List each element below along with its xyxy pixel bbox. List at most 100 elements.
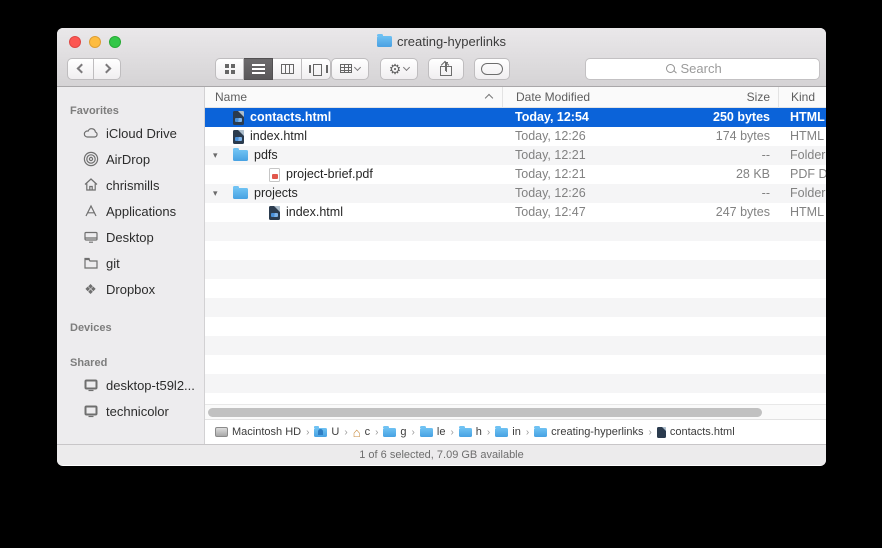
path-separator: › (375, 427, 378, 438)
column-header-size[interactable]: Size (685, 87, 778, 107)
file-row-index-html[interactable]: index.html Today, 12:26 174 bytes HTML (205, 127, 826, 146)
folder-icon (377, 36, 392, 47)
applications-icon (82, 203, 99, 220)
sidebar-item-applications[interactable]: Applications (57, 198, 204, 224)
sort-ascending-icon (485, 94, 493, 102)
column-header-name[interactable]: Name (205, 87, 502, 107)
sidebar-item-label: iCloud Drive (106, 126, 177, 141)
horizontal-scrollbar-thumb[interactable] (208, 408, 762, 417)
path-separator: › (344, 427, 347, 438)
path-item-users[interactable]: U (314, 426, 339, 438)
sidebar-item-technicolor[interactable]: technicolor (57, 398, 204, 424)
sidebar: Favorites iCloud Drive AirDrop chrismill… (57, 87, 205, 444)
group-by-button[interactable] (331, 58, 369, 80)
forward-button[interactable] (94, 58, 121, 80)
pdf-file-icon (269, 168, 280, 182)
horizontal-scrollbar[interactable] (205, 404, 826, 419)
sidebar-item-label: Dropbox (106, 282, 155, 297)
sidebar-item-dropbox[interactable]: ❖ Dropbox (57, 276, 204, 302)
folder-row-projects[interactable]: ▾ projects Today, 12:26 -- Folder (205, 184, 826, 203)
path-bar: Macintosh HD › U › ⌂c › g › le › h › in … (205, 419, 826, 444)
list-view-button[interactable] (244, 58, 273, 80)
sidebar-item-label: AirDrop (106, 152, 150, 167)
column-view-button[interactable] (273, 58, 302, 80)
search-input[interactable] (681, 61, 741, 76)
path-item-h[interactable]: h (459, 426, 482, 438)
hard-drive-icon (215, 427, 228, 437)
folder-icon (495, 428, 508, 437)
sidebar-item-desktop[interactable]: Desktop (57, 224, 204, 250)
search-icon (665, 63, 677, 75)
path-separator: › (487, 427, 490, 438)
sidebar-item-label: technicolor (106, 404, 169, 419)
tag-button[interactable] (474, 58, 510, 80)
action-menu-button[interactable]: ⚙ (380, 58, 418, 80)
back-button[interactable] (67, 58, 94, 80)
sidebar-item-label: Desktop (106, 230, 154, 245)
sidebar-item-airdrop[interactable]: AirDrop (57, 146, 204, 172)
column-header-kind[interactable]: Kind (778, 87, 826, 107)
path-separator: › (450, 427, 453, 438)
disclosure-triangle-icon[interactable]: ▾ (213, 184, 218, 203)
nav-buttons (67, 58, 121, 80)
dropbox-icon: ❖ (82, 281, 99, 298)
status-text: 1 of 6 selected, 7.09 GB available (359, 449, 524, 461)
coverflow-view-icon (309, 64, 324, 74)
path-item-contacts-html[interactable]: contacts.html (657, 426, 735, 438)
titlebar[interactable]: creating-hyperlinks (57, 28, 826, 54)
home-icon (82, 177, 99, 194)
folder-icon (459, 428, 472, 437)
folder-icon (233, 188, 248, 199)
file-row-index-html-nested[interactable]: index.html Today, 12:47 247 bytes HTML (205, 203, 826, 222)
html-file-icon (269, 206, 280, 220)
folder-icon (383, 428, 396, 437)
column-header-date-modified[interactable]: Date Modified (502, 87, 685, 107)
coverflow-view-button[interactable] (302, 58, 331, 80)
path-separator: › (412, 427, 415, 438)
window-title: creating-hyperlinks (57, 28, 826, 54)
icon-view-button[interactable] (215, 58, 244, 80)
folder-row-pdfs[interactable]: ▾ pdfs Today, 12:21 -- Folder (205, 146, 826, 165)
toolbar: ⚙ (57, 54, 826, 87)
icon-view-icon (225, 64, 235, 74)
gear-icon: ⚙ (389, 62, 402, 76)
display-icon (82, 377, 99, 394)
disclosure-triangle-icon[interactable]: ▾ (213, 146, 218, 165)
sidebar-item-label: desktop-t59l2... (106, 378, 195, 393)
group-by-icon (340, 64, 352, 73)
folder-icon (420, 428, 433, 437)
file-rows: contacts.html Today, 12:54 250 bytes HTM… (205, 108, 826, 404)
sidebar-item-home[interactable]: chrismills (57, 172, 204, 198)
file-row-project-brief-pdf[interactable]: project-brief.pdf Today, 12:21 28 KB PDF… (205, 165, 826, 184)
path-item-creating-hyperlinks[interactable]: creating-hyperlinks (534, 426, 643, 438)
column-view-icon (281, 64, 294, 74)
share-button[interactable] (428, 58, 464, 80)
column-headers: Name Date Modified Size Kind (205, 87, 826, 108)
html-file-icon (233, 111, 244, 125)
file-row-contacts-html[interactable]: contacts.html Today, 12:54 250 bytes HTM… (205, 108, 826, 127)
html-file-icon (657, 427, 666, 438)
search-field[interactable] (585, 58, 820, 80)
sidebar-section-shared: Shared (70, 357, 204, 369)
display-icon (82, 403, 99, 420)
path-item-in[interactable]: in (495, 426, 521, 438)
sidebar-item-icloud-drive[interactable]: iCloud Drive (57, 120, 204, 146)
file-list-pane: Name Date Modified Size Kind contacts.ht… (205, 87, 826, 444)
sidebar-item-label: git (106, 256, 120, 271)
chevron-down-icon (403, 64, 410, 71)
path-item-g[interactable]: g (383, 426, 406, 438)
path-item-le[interactable]: le (420, 426, 446, 438)
folder-icon (82, 255, 99, 272)
folder-icon (534, 428, 547, 437)
sidebar-section-favorites: Favorites (70, 105, 204, 117)
status-bar: 1 of 6 selected, 7.09 GB available (57, 444, 826, 465)
path-separator: › (526, 427, 529, 438)
finder-window: creating-hyperlinks ⚙ (57, 28, 826, 466)
desktop-icon (82, 229, 99, 246)
sidebar-item-git[interactable]: git (57, 250, 204, 276)
chevron-left-icon (77, 64, 87, 74)
path-item-home[interactable]: ⌂c (353, 426, 370, 439)
path-item-macintosh-hd[interactable]: Macintosh HD (215, 426, 301, 438)
sidebar-item-desktop-t59l2[interactable]: desktop-t59l2... (57, 372, 204, 398)
sidebar-item-label: chrismills (106, 178, 159, 193)
